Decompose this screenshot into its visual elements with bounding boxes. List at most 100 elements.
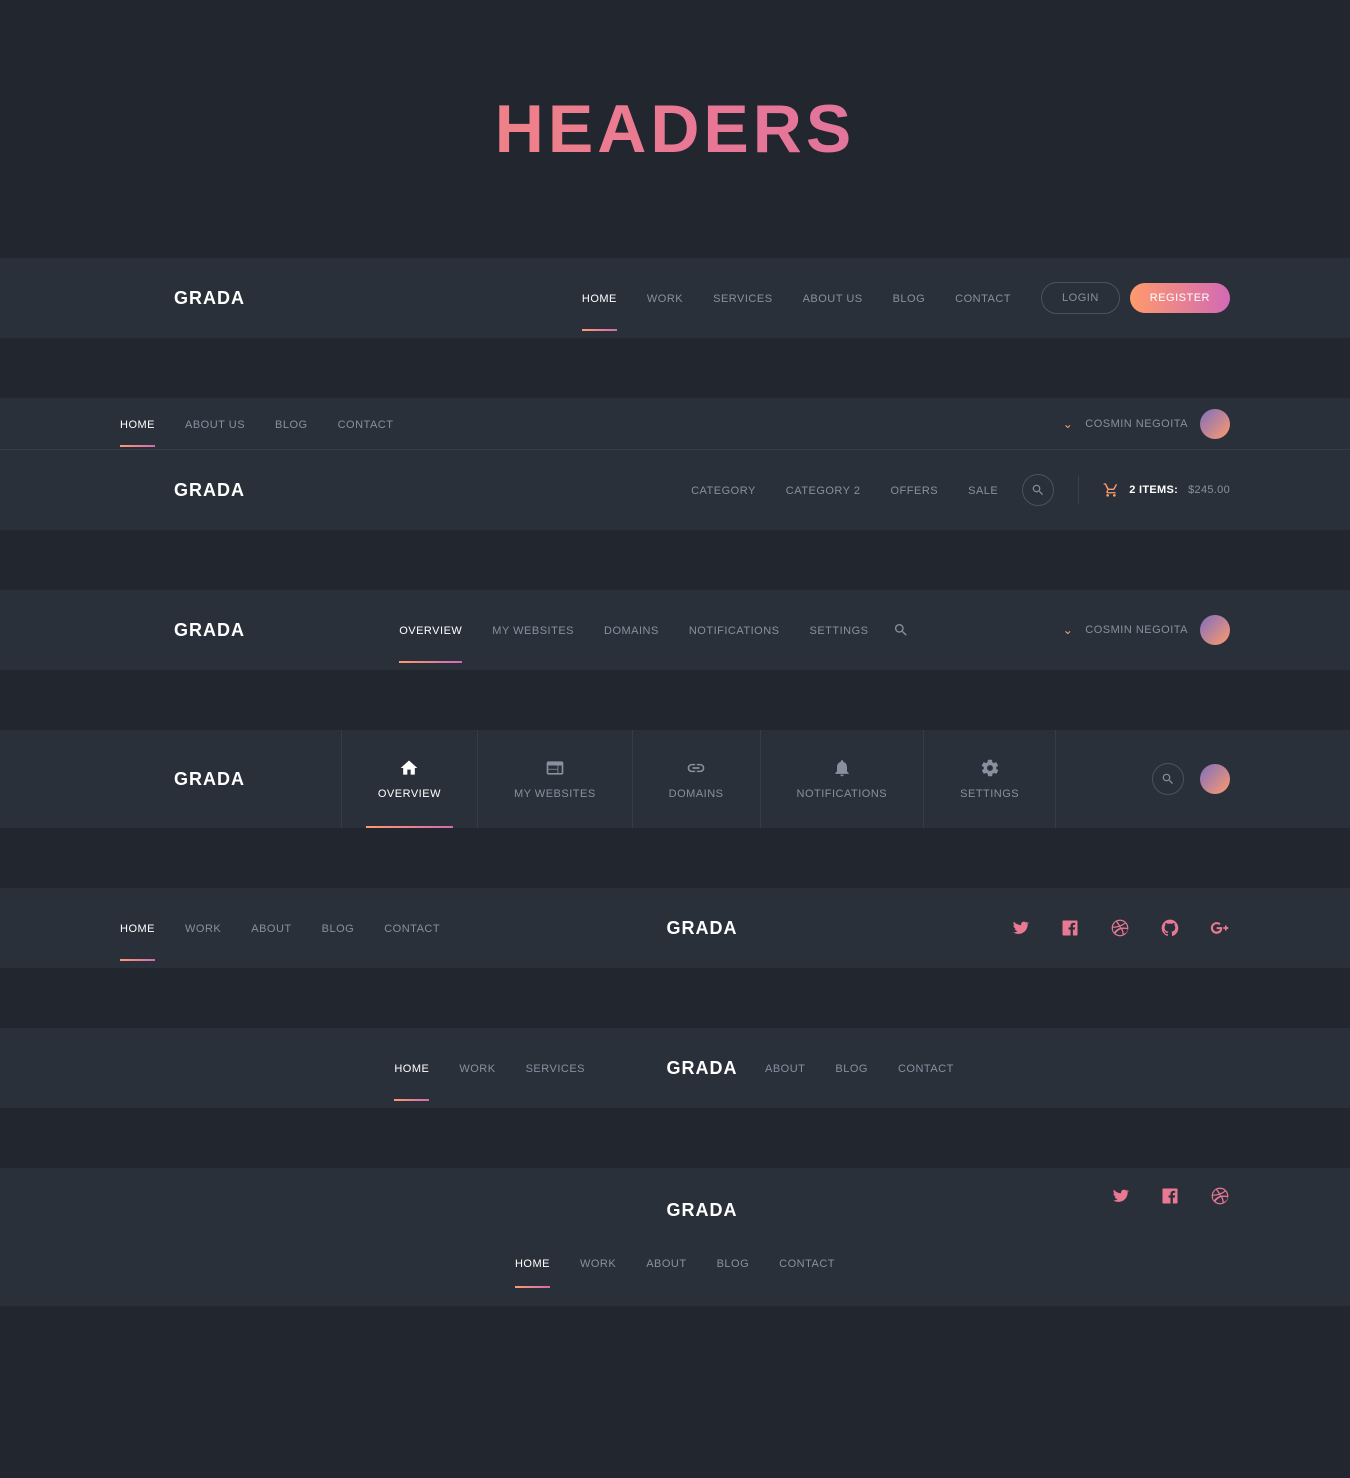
nav-label: SETTINGS — [960, 788, 1019, 800]
header-2-top: HOME ABOUT US BLOG CONTACT ⌄ COSMIN NEGO… — [0, 398, 1350, 450]
nav-label: OVERVIEW — [378, 788, 441, 800]
main-nav: HOME WORK SERVICES ABOUT US BLOG CONTACT — [582, 265, 1011, 331]
cart-icon — [1103, 482, 1119, 498]
nav-settings[interactable]: SETTINGS — [809, 597, 868, 663]
nav-contact[interactable]: CONTACT — [779, 1252, 835, 1288]
nav-label: MY WEBSITES — [514, 788, 596, 800]
login-button[interactable]: LOGIN — [1041, 282, 1120, 314]
search-button[interactable] — [1152, 763, 1184, 795]
nav-my-websites[interactable]: MY WEBSITES — [492, 597, 574, 663]
search-icon[interactable] — [893, 622, 909, 638]
dribbble-link[interactable] — [1210, 1186, 1230, 1206]
nav-about[interactable]: ABOUT — [646, 1252, 686, 1288]
nav-label: DOMAINS — [669, 788, 724, 800]
header-5: HOME WORK ABOUT BLOG CONTACT GRADA — [0, 888, 1350, 968]
facebook-link[interactable] — [1060, 918, 1080, 938]
avatar[interactable] — [1200, 764, 1230, 794]
header-7: GRADA HOME WORK ABOUT BLOG CONTACT — [0, 1168, 1350, 1306]
nav-work[interactable]: WORK — [580, 1252, 616, 1288]
twitter-icon — [1110, 1186, 1130, 1206]
divider — [1078, 476, 1079, 504]
web-icon — [545, 758, 565, 778]
nav-home[interactable]: HOME — [120, 895, 155, 961]
brand-logo[interactable]: GRADA — [120, 610, 245, 650]
logo-icon — [613, 1048, 653, 1088]
nav-home[interactable]: HOME — [515, 1252, 550, 1288]
facebook-icon — [1060, 918, 1080, 938]
nav-category[interactable]: CATEGORY — [691, 457, 756, 523]
brand-logo[interactable]: GRADA — [120, 278, 245, 318]
nav-settings[interactable]: SETTINGS — [923, 730, 1056, 828]
register-button[interactable]: REGISTER — [1130, 283, 1230, 313]
category-nav: CATEGORY CATEGORY 2 OFFERS SALE — [691, 457, 998, 523]
nav-services[interactable]: SERVICES — [713, 265, 772, 331]
nav-contact[interactable]: CONTACT — [898, 1035, 954, 1101]
nav-home[interactable]: HOME — [120, 401, 155, 447]
nav-work[interactable]: WORK — [459, 1035, 495, 1101]
nav-contact[interactable]: CONTACT — [338, 401, 394, 447]
search-icon — [1161, 772, 1175, 786]
twitter-icon — [1010, 918, 1030, 938]
cart-amount: $245.00 — [1188, 484, 1230, 496]
nav-contact[interactable]: CONTACT — [955, 265, 1011, 331]
social-links — [1110, 1186, 1230, 1206]
twitter-link[interactable] — [1110, 1186, 1130, 1206]
search-icon — [1031, 483, 1045, 497]
nav-about[interactable]: ABOUT — [251, 895, 291, 961]
nav-notifications[interactable]: NOTIFICATIONS — [760, 730, 924, 828]
github-icon — [1160, 918, 1180, 938]
nav-about[interactable]: ABOUT US — [185, 401, 245, 447]
cart-summary[interactable]: 2 ITEMS: $245.00 — [1103, 482, 1230, 498]
user-menu[interactable]: ⌄ COSMIN NEGOITA — [1063, 615, 1230, 645]
gear-icon — [980, 758, 1000, 778]
brand-logo[interactable]: GRADA — [613, 1048, 738, 1088]
logo-icon — [120, 610, 160, 650]
nav-work[interactable]: WORK — [185, 895, 221, 961]
twitter-link[interactable] — [1010, 918, 1030, 938]
user-name: COSMIN NEGOITA — [1085, 418, 1188, 430]
nav-my-websites[interactable]: MY WEBSITES — [477, 730, 632, 828]
header-1: GRADA HOME WORK SERVICES ABOUT US BLOG C… — [0, 258, 1350, 338]
nav-blog[interactable]: BLOG — [835, 1035, 868, 1101]
nav-blog[interactable]: BLOG — [275, 401, 308, 447]
logo-icon — [613, 908, 653, 948]
nav-domains[interactable]: DOMAINS — [604, 597, 659, 663]
nav-overview[interactable]: OVERVIEW — [399, 597, 462, 663]
dribbble-link[interactable] — [1110, 918, 1130, 938]
nav-contact[interactable]: CONTACT — [384, 895, 440, 961]
google-plus-link[interactable] — [1210, 918, 1230, 938]
search-button[interactable] — [1022, 474, 1054, 506]
nav-blog[interactable]: BLOG — [717, 1252, 750, 1288]
logo-icon — [120, 470, 160, 510]
nav-overview[interactable]: OVERVIEW — [341, 730, 477, 828]
nav-home[interactable]: HOME — [582, 265, 617, 331]
nav-domains[interactable]: DOMAINS — [632, 730, 760, 828]
nav-work[interactable]: WORK — [647, 265, 683, 331]
header-6: HOME WORK SERVICES GRADA ABOUT BLOG CONT… — [0, 1028, 1350, 1108]
brand-logo[interactable]: GRADA — [120, 470, 245, 510]
logo-icon — [120, 759, 160, 799]
stacked-nav: OVERVIEW MY WEBSITES DOMAINS NOTIFICATIO… — [341, 730, 1056, 828]
cart-items-count: 2 ITEMS: — [1129, 484, 1178, 496]
nav-offers[interactable]: OFFERS — [891, 457, 939, 523]
brand-logo[interactable]: GRADA — [613, 908, 738, 948]
nav-about[interactable]: ABOUT US — [803, 265, 863, 331]
nav-notifications[interactable]: NOTIFICATIONS — [689, 597, 780, 663]
nav-about[interactable]: ABOUT — [765, 1035, 805, 1101]
logo-icon — [613, 1190, 653, 1230]
nav-services[interactable]: SERVICES — [526, 1035, 585, 1101]
brand-logo[interactable]: GRADA — [613, 1190, 738, 1230]
github-link[interactable] — [1160, 918, 1180, 938]
nav-blog[interactable]: BLOG — [322, 895, 355, 961]
brand-logo[interactable]: GRADA — [120, 759, 245, 799]
nav-home[interactable]: HOME — [394, 1035, 429, 1101]
page-title: HEADERS — [0, 0, 1350, 258]
avatar — [1200, 615, 1230, 645]
nav-sale[interactable]: SALE — [968, 457, 998, 523]
nav-blog[interactable]: BLOG — [893, 265, 926, 331]
chevron-down-icon: ⌄ — [1063, 623, 1074, 637]
nav-category-2[interactable]: CATEGORY 2 — [786, 457, 861, 523]
user-menu[interactable]: ⌄ COSMIN NEGOITA — [1063, 409, 1230, 439]
facebook-link[interactable] — [1160, 1186, 1180, 1206]
google-plus-icon — [1210, 918, 1230, 938]
